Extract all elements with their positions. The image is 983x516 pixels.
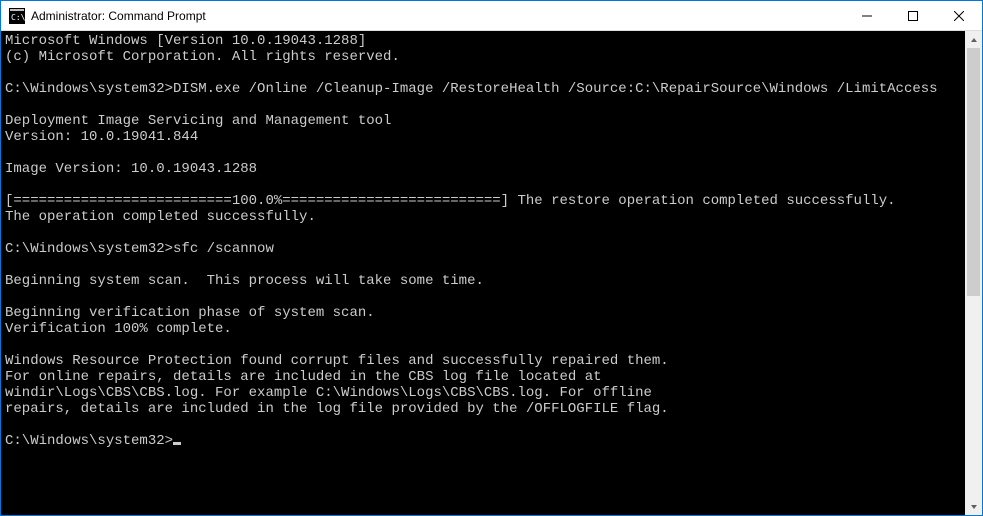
scrollbar-track[interactable] <box>965 48 982 498</box>
terminal-line: Image Version: 10.0.19043.1288 <box>5 161 961 177</box>
terminal-line: repairs, details are included in the log… <box>5 401 961 417</box>
terminal-line: Beginning system scan. This process will… <box>5 273 961 289</box>
terminal-line: The operation completed successfully. <box>5 209 961 225</box>
terminal-line: For online repairs, details are included… <box>5 369 961 385</box>
terminal-prompt: C:\Windows\system32> <box>5 433 173 449</box>
titlebar[interactable]: C:\ Administrator: Command Prompt <box>1 1 982 31</box>
terminal-line <box>5 177 961 193</box>
vertical-scrollbar[interactable] <box>965 31 982 515</box>
cmd-icon: C:\ <box>9 8 25 24</box>
terminal-line: Windows Resource Protection found corrup… <box>5 353 961 369</box>
terminal-prompt-line[interactable]: C:\Windows\system32> <box>5 433 961 449</box>
terminal-line <box>5 337 961 353</box>
terminal-line <box>5 145 961 161</box>
terminal-line <box>5 289 961 305</box>
terminal-line: windir\Logs\CBS\CBS.log. For example C:\… <box>5 385 961 401</box>
terminal-line: Verification 100% complete. <box>5 321 961 337</box>
window-controls <box>844 1 982 30</box>
scroll-down-button[interactable] <box>965 498 982 515</box>
terminal-container: Microsoft Windows [Version 10.0.19043.12… <box>1 31 982 515</box>
maximize-button[interactable] <box>890 1 936 30</box>
scroll-up-button[interactable] <box>965 31 982 48</box>
terminal-line <box>5 417 961 433</box>
terminal-line: C:\Windows\system32>DISM.exe /Online /Cl… <box>5 81 961 97</box>
terminal-line: (c) Microsoft Corporation. All rights re… <box>5 49 961 65</box>
terminal-line: Beginning verification phase of system s… <box>5 305 961 321</box>
terminal-line <box>5 257 961 273</box>
window-title: Administrator: Command Prompt <box>31 9 844 23</box>
terminal-line: C:\Windows\system32>sfc /scannow <box>5 241 961 257</box>
terminal-line <box>5 65 961 81</box>
terminal-line <box>5 97 961 113</box>
terminal-line: [==========================100.0%=======… <box>5 193 961 209</box>
minimize-button[interactable] <box>844 1 890 30</box>
svg-text:C:\: C:\ <box>11 13 25 22</box>
terminal-line: Deployment Image Servicing and Managemen… <box>5 113 961 129</box>
close-button[interactable] <box>936 1 982 30</box>
scrollbar-thumb[interactable] <box>967 48 980 296</box>
terminal-line: Microsoft Windows [Version 10.0.19043.12… <box>5 33 961 49</box>
terminal-output[interactable]: Microsoft Windows [Version 10.0.19043.12… <box>1 31 965 515</box>
terminal-line: Version: 10.0.19041.844 <box>5 129 961 145</box>
terminal-cursor <box>173 442 181 445</box>
terminal-line <box>5 225 961 241</box>
